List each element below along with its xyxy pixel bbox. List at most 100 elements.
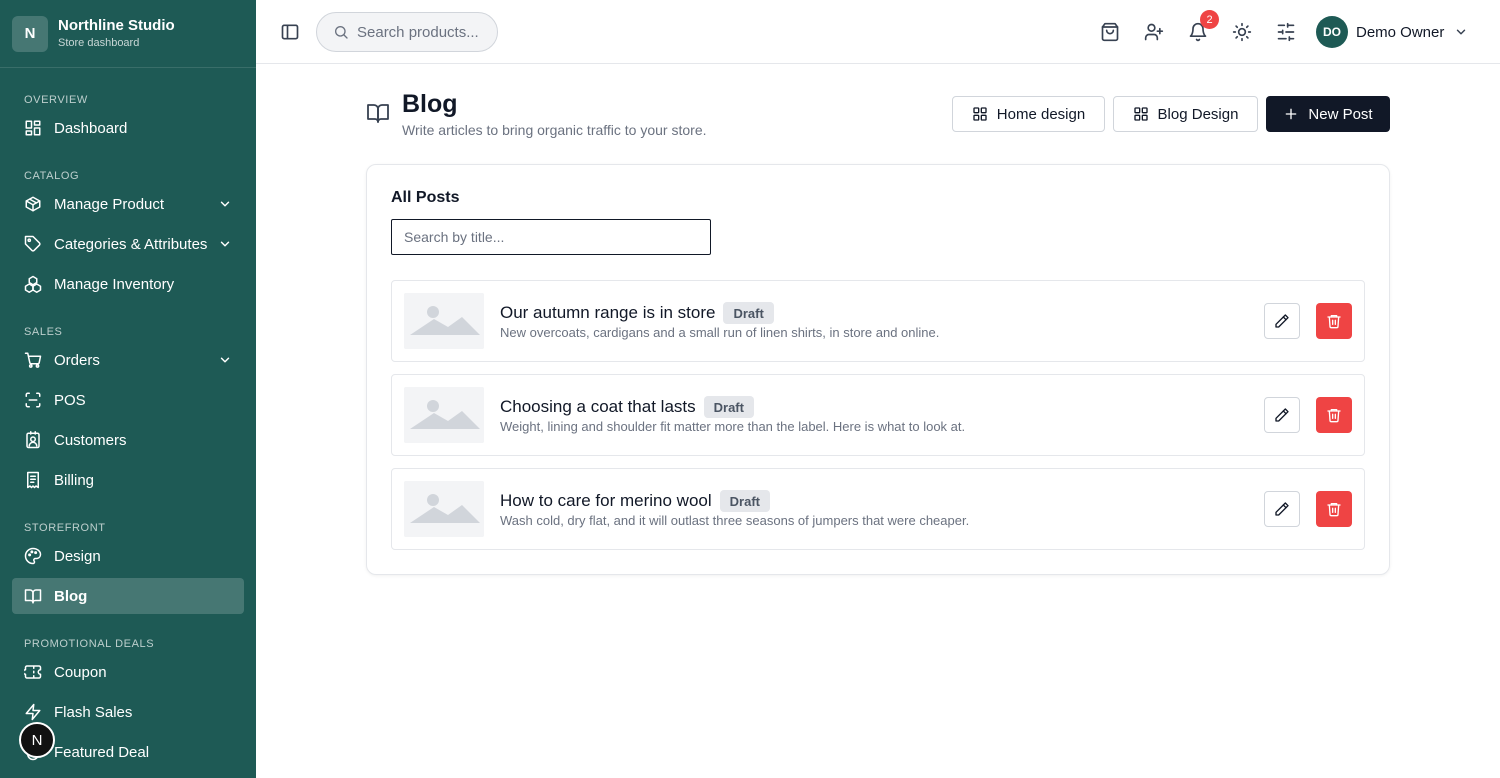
user-plus-icon[interactable] — [1144, 22, 1164, 42]
section-title-sales: SALES — [24, 326, 63, 338]
page-subtitle: Write articles to bring organic traffic … — [402, 122, 707, 138]
sidebar-item-label: Manage Product — [54, 195, 165, 213]
user-menu[interactable]: DO Demo Owner — [1316, 15, 1468, 49]
sidebar-item-label: Featured Deal — [54, 743, 150, 761]
scan-icon — [25, 392, 41, 408]
post-row[interactable]: How to care for merino wool Draft Wash c… — [391, 468, 1365, 550]
book-icon — [367, 104, 389, 123]
layout-grid-icon — [1133, 107, 1148, 121]
user-name: Demo Owner — [1356, 23, 1445, 41]
boxes-icon — [24, 275, 42, 293]
post-title: Our autumn range is in store Draft — [500, 302, 774, 324]
section-title-storefront: STOREFRONT — [24, 522, 106, 534]
all-posts-card: All Posts Our autumn range is in store D… — [366, 164, 1390, 575]
post-description: New overcoats, cardigans and a small run… — [500, 325, 940, 340]
notification-count-badge: 2 — [1200, 10, 1219, 29]
sidebar-item-manage-inventory[interactable]: Manage Inventory — [12, 266, 244, 302]
chevron-down-icon — [220, 357, 230, 363]
topbar: 2 DO Demo Owner — [256, 0, 1500, 64]
pencil-icon — [1275, 408, 1289, 422]
trash-icon — [1327, 409, 1341, 423]
sidebar-item-dashboard[interactable]: Dashboard — [12, 110, 244, 146]
sidebar-toggle-icon[interactable] — [280, 22, 300, 42]
post-title-text: Our autumn range is in store — [500, 303, 716, 322]
image-placeholder-icon — [404, 293, 484, 349]
status-badge: Draft — [703, 396, 754, 418]
blog-design-button[interactable]: Blog Design — [1113, 96, 1258, 132]
cart-icon — [24, 352, 42, 368]
tag-icon — [24, 235, 41, 252]
post-title: How to care for merino wool Draft — [500, 490, 770, 512]
sidebar-item-label: Customers — [54, 431, 127, 449]
contact-icon — [26, 431, 40, 449]
new-post-button[interactable]: New Post — [1266, 96, 1390, 132]
home-design-button[interactable]: Home design — [952, 96, 1105, 132]
post-row[interactable]: Choosing a coat that lasts Draft Weight,… — [391, 374, 1365, 456]
sidebar-item-blog[interactable]: Blog — [12, 578, 244, 614]
receipt-icon — [27, 471, 39, 489]
sliders-icon[interactable] — [1276, 22, 1296, 42]
delete-button[interactable] — [1316, 491, 1352, 527]
sidebar-item-coupon[interactable]: Coupon — [12, 654, 244, 690]
shopping-bag-icon[interactable] — [1100, 22, 1120, 42]
search-icon — [335, 26, 348, 39]
page-title: Blog — [402, 90, 458, 118]
pencil-icon — [1275, 314, 1289, 328]
sidebar-item-design[interactable]: Design — [12, 538, 244, 574]
status-badge: Draft — [719, 490, 770, 512]
blog-design-label: Blog Design — [1157, 105, 1239, 123]
chevron-down-icon — [220, 241, 230, 247]
edit-button[interactable] — [1264, 397, 1300, 433]
sidebar-item-categories[interactable]: Categories & Attributes — [12, 226, 244, 262]
chevron-down-icon — [220, 201, 230, 207]
post-title-text: Choosing a coat that lasts — [500, 397, 696, 416]
image-placeholder-icon — [404, 387, 484, 443]
brand[interactable]: N Northline Studio Store dashboard — [0, 0, 256, 68]
post-title-text: How to care for merino wool — [500, 491, 712, 510]
sidebar-item-pos[interactable]: POS — [12, 382, 244, 418]
palette-icon — [24, 547, 42, 565]
trash-icon — [1327, 503, 1341, 517]
pencil-icon — [1275, 502, 1289, 516]
layout-grid-icon — [973, 107, 987, 121]
sidebar-item-label: Blog — [54, 587, 88, 605]
product-search-input[interactable] — [357, 23, 487, 41]
sidebar-item-customers[interactable]: Customers — [12, 422, 244, 458]
post-row[interactable]: Our autumn range is in store Draft New o… — [391, 280, 1365, 362]
sidebar-nav: OVERVIEW Dashboard CATALOG Manage Produc… — [0, 68, 256, 770]
sidebar-item-manage-product[interactable]: Manage Product — [12, 186, 244, 222]
sidebar-item-label: Manage Inventory — [54, 275, 175, 293]
ticket-icon — [24, 665, 42, 679]
sidebar-item-label: Billing — [54, 471, 95, 489]
book-icon — [24, 589, 42, 604]
sidebar: N Northline Studio Store dashboard OVERV… — [0, 0, 256, 778]
sidebar-item-label: Orders — [54, 351, 100, 369]
delete-button[interactable] — [1316, 303, 1352, 339]
sun-icon[interactable] — [1232, 22, 1252, 42]
section-title-overview: OVERVIEW — [24, 94, 88, 106]
brand-subtitle: Store dashboard — [58, 36, 140, 49]
sidebar-item-billing[interactable]: Billing — [12, 462, 244, 498]
avatar: DO — [1316, 16, 1348, 48]
sidebar-item-orders[interactable]: Orders — [12, 342, 244, 378]
new-post-label: New Post — [1308, 105, 1373, 123]
status-badge: Draft — [723, 302, 774, 324]
package-icon — [25, 196, 41, 212]
edit-button[interactable] — [1264, 303, 1300, 339]
title-search-input[interactable] — [391, 219, 711, 255]
sidebar-item-label: Design — [54, 547, 101, 565]
home-design-label: Home design — [996, 105, 1086, 123]
brand-text: Northline Studio Store dashboard — [58, 17, 175, 51]
sidebar-item-label: Dashboard — [54, 119, 128, 137]
image-placeholder-icon — [404, 481, 484, 537]
post-title: Choosing a coat that lasts Draft — [500, 396, 754, 418]
card-title: All Posts — [391, 189, 460, 206]
sidebar-item-label: Flash Sales — [54, 703, 133, 721]
brand-name: Northline Studio — [58, 16, 175, 34]
edit-button[interactable] — [1264, 491, 1300, 527]
delete-button[interactable] — [1316, 397, 1352, 433]
product-search[interactable] — [316, 12, 498, 52]
zap-icon — [25, 703, 41, 721]
dashboard-icon — [25, 120, 41, 136]
floating-app-badge[interactable]: N — [19, 722, 55, 758]
